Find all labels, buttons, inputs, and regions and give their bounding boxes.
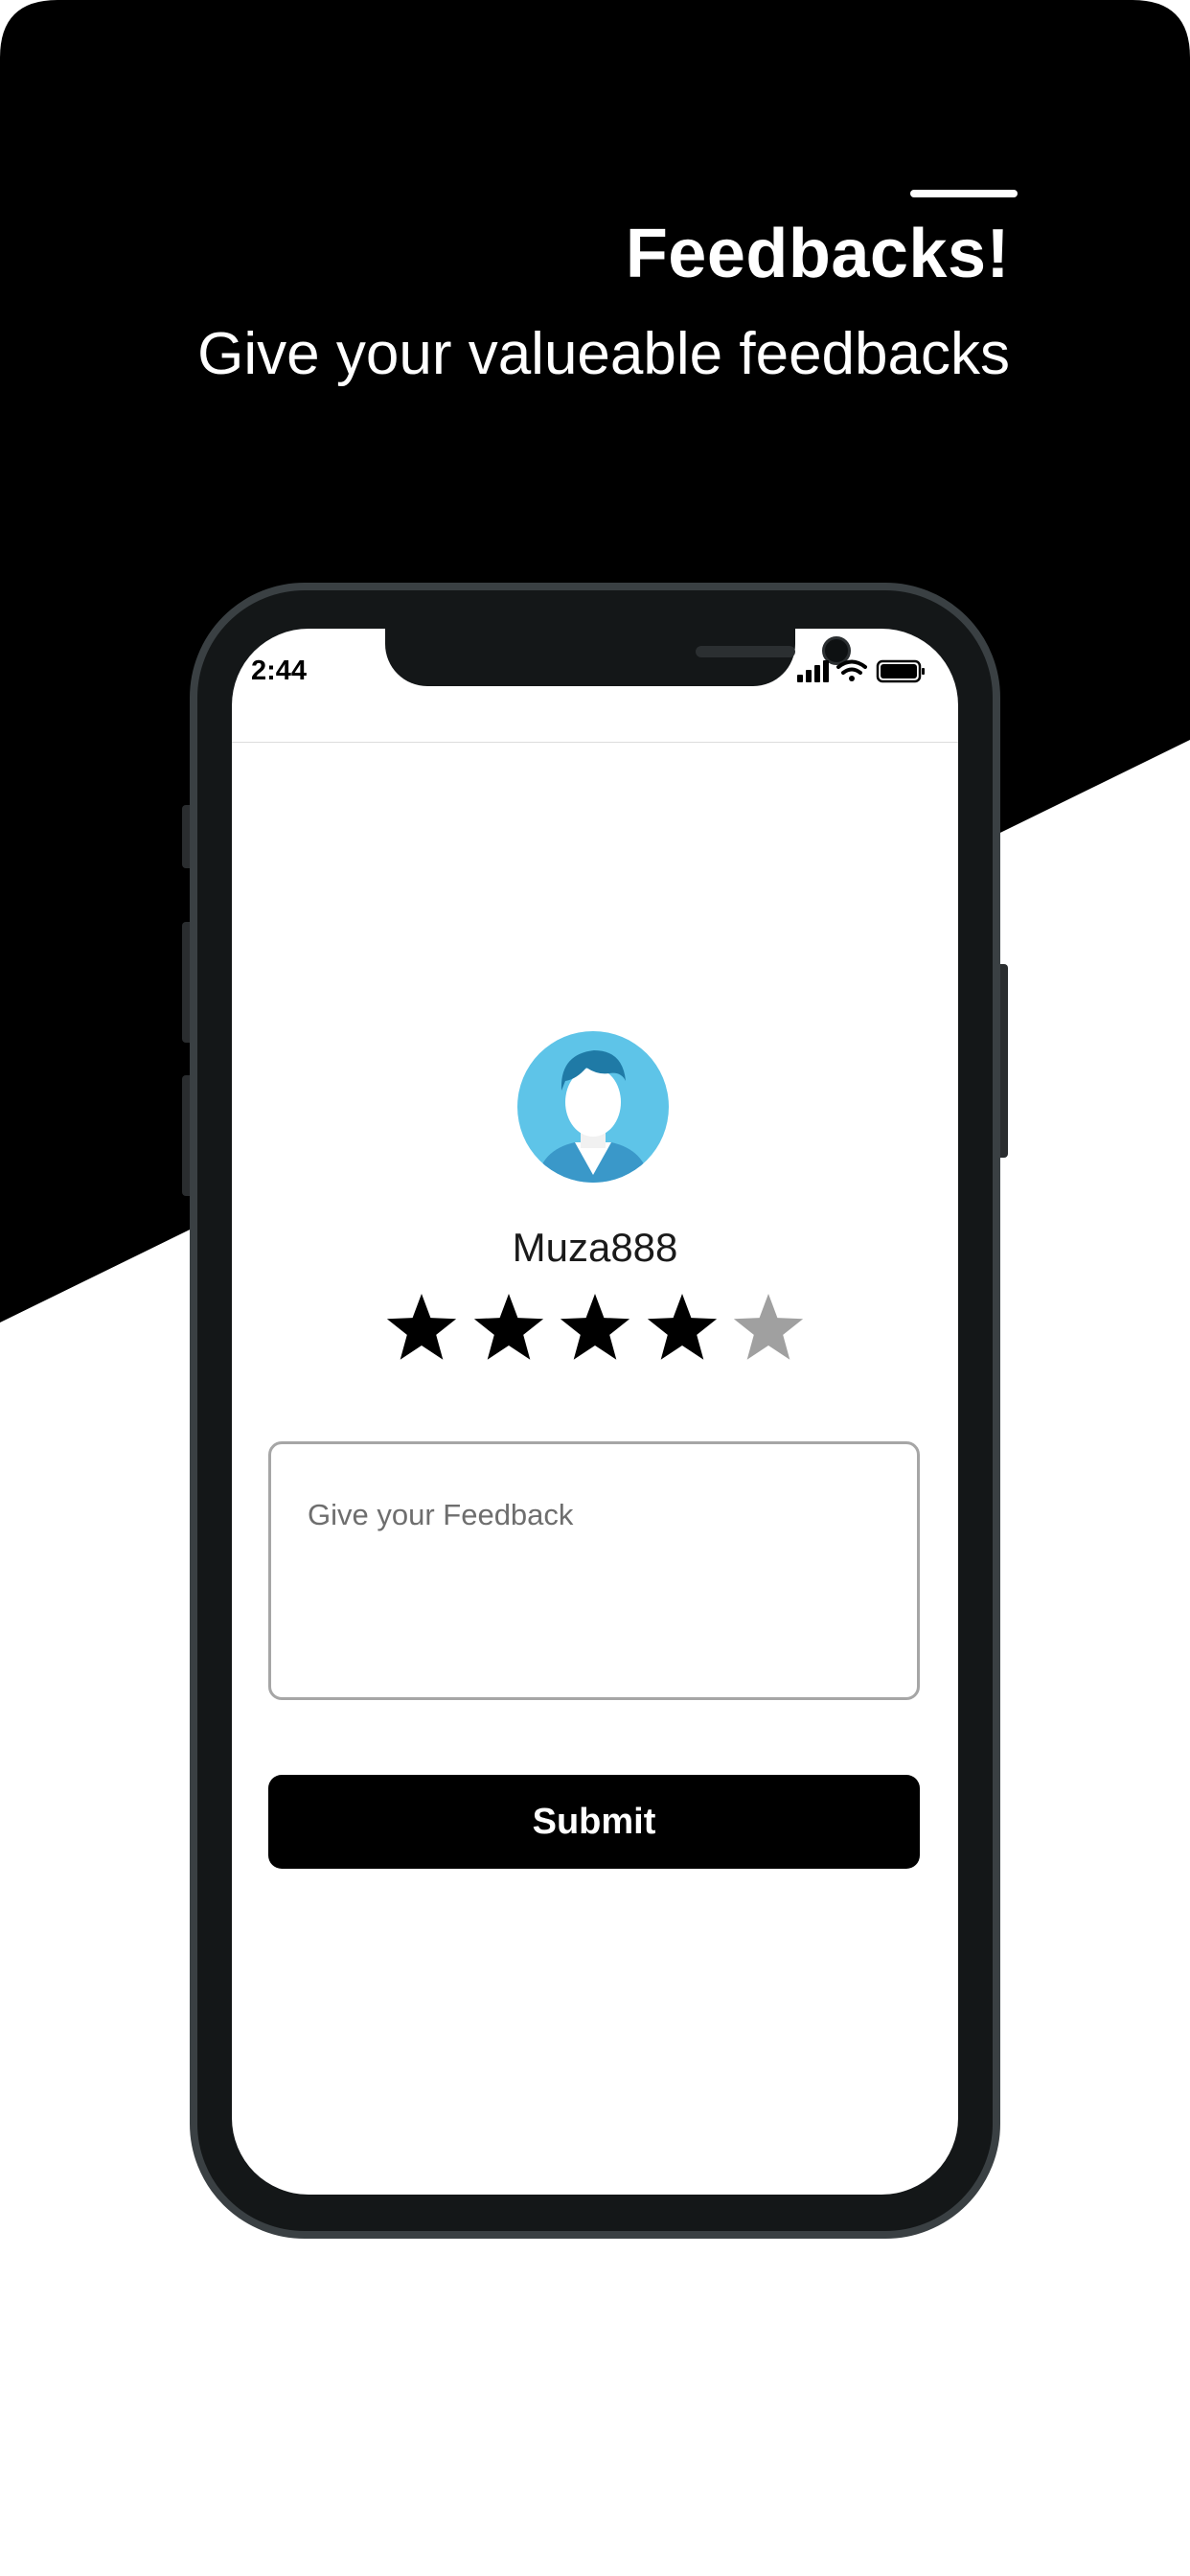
star-filled-icon[interactable]: [470, 1292, 547, 1368]
username: Muza888: [512, 1225, 678, 1270]
page-subtitle: Give your valueable feedbacks: [197, 321, 1010, 387]
feedback-textarea[interactable]: Give your Feedback: [268, 1441, 920, 1700]
nav-divider: [232, 742, 958, 743]
star-filled-icon[interactable]: [557, 1292, 633, 1368]
user-avatar-icon: [517, 1031, 669, 1183]
phone-mockup: 2:44 Muza888 Give your Feedback Submit: [190, 583, 1000, 2239]
star-filled-icon[interactable]: [644, 1292, 721, 1368]
battery-icon: [876, 659, 925, 683]
phone-screen: 2:44 Muza888 Give your Feedback Submit: [232, 629, 958, 2195]
speaker-grille: [696, 646, 795, 657]
header-accent-line: [910, 190, 1018, 197]
cellular-signal-icon: [797, 660, 829, 682]
wifi-icon: [836, 659, 867, 681]
status-time: 2:44: [251, 656, 308, 686]
submit-button[interactable]: Submit: [268, 1775, 920, 1869]
phone-notch: [385, 629, 851, 686]
star-filled-icon[interactable]: [383, 1292, 460, 1368]
feedback-placeholder: Give your Feedback: [308, 1498, 574, 1531]
status-icons: [797, 659, 925, 683]
star-empty-icon[interactable]: [730, 1292, 807, 1368]
page-title: Feedbacks!: [625, 216, 1010, 292]
star-rating[interactable]: [383, 1292, 807, 1368]
